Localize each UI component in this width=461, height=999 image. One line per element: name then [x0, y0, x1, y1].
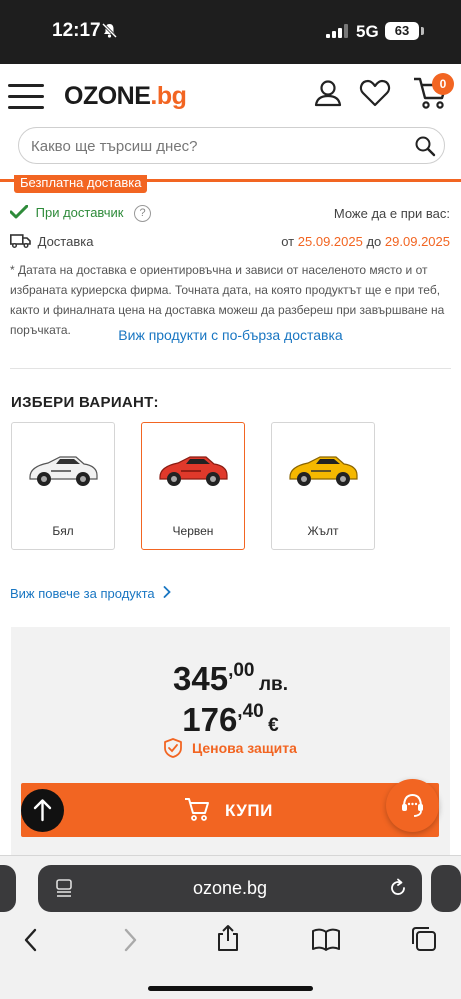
url-text: ozone.bg	[192, 878, 268, 898]
price-eur: 176,40 €	[0, 701, 461, 739]
tabs-icon[interactable]	[411, 926, 437, 957]
cell-signal-icon	[326, 24, 348, 43]
ozone-logo[interactable]: OZONE.bg	[64, 82, 187, 111]
address-bar[interactable]: ozone.bg	[38, 865, 422, 912]
forward-icon[interactable]	[121, 928, 139, 957]
chat-button[interactable]	[386, 779, 439, 832]
price-bgn: 345,00 лв.	[0, 660, 461, 698]
search-bar	[18, 127, 445, 164]
variant-label: Жълт	[307, 524, 339, 538]
price-protection-label: Ценова защита	[191, 740, 297, 757]
browser-toolbar: ozone.bg	[0, 855, 461, 999]
section-divider	[10, 368, 451, 369]
back-icon[interactable]	[22, 928, 40, 957]
cart-count-badge: 0	[432, 73, 454, 95]
delivery-row: Доставка	[10, 234, 93, 251]
cart-icon	[184, 797, 210, 826]
car-red-image	[156, 449, 230, 496]
user-icon[interactable]	[313, 78, 343, 113]
logo-main: OZONE	[64, 82, 151, 110]
date-from: 25.09.2025	[297, 234, 363, 249]
battery-tip	[421, 27, 424, 35]
variant-red[interactable]: Червен	[141, 422, 245, 550]
price-protection[interactable]: Ценова защита	[0, 738, 461, 761]
battery-icon: 63	[385, 22, 419, 40]
price-bgn-dec: ,00	[228, 660, 255, 681]
date-to: 29.09.2025	[384, 234, 450, 249]
reload-icon[interactable]	[388, 878, 408, 903]
car-yellow-image	[286, 449, 360, 496]
more-link-label: Виж повече за продукта	[10, 586, 155, 601]
site-header: OZONE.bg 0	[0, 64, 461, 179]
arrow-up-icon	[33, 799, 52, 822]
price-eur-int: 176	[182, 701, 238, 738]
heart-icon[interactable]	[359, 78, 391, 113]
status-time: 12:17	[52, 20, 101, 41]
date-to-prefix: до	[366, 234, 382, 249]
delivery-dates: от 25.09.2025 до 29.09.2025	[281, 234, 450, 249]
next-tab[interactable]	[431, 865, 461, 912]
network-type: 5G	[356, 22, 379, 41]
chevron-right-icon	[163, 586, 172, 601]
car-white-image	[26, 449, 100, 496]
truck-icon	[10, 234, 35, 251]
scroll-top-button[interactable]	[21, 789, 64, 832]
variant-white[interactable]: Бял	[11, 422, 115, 550]
delivery-label: Доставка	[37, 234, 94, 249]
search-icon[interactable]	[414, 135, 436, 162]
menu-icon[interactable]	[8, 84, 44, 109]
checkmark-icon	[9, 204, 32, 222]
more-about-product-link[interactable]: Виж повече за продукта	[10, 586, 172, 601]
faster-delivery-link[interactable]: Виж продукти с по-бърза доставка	[0, 327, 461, 343]
logo-domain: .bg	[150, 82, 187, 110]
help-icon[interactable]: ?	[134, 205, 152, 223]
search-input[interactable]	[31, 135, 391, 157]
price-eur-currency: €	[268, 715, 279, 736]
status-bar: 12:17 5G 63	[0, 0, 461, 64]
shield-check-icon	[164, 738, 186, 761]
chat-headset-icon	[402, 793, 423, 817]
price-bgn-currency: лв.	[258, 674, 288, 695]
free-delivery-tag: Безплатна доставка	[14, 175, 148, 193]
supplier-label: При доставчик	[35, 205, 124, 220]
variant-label: Червен	[172, 524, 214, 538]
date-from-prefix: от	[281, 234, 295, 249]
bookmarks-icon[interactable]	[311, 928, 341, 957]
home-indicator	[148, 986, 313, 991]
price-bgn-int: 345	[173, 660, 229, 697]
variant-label: Бял	[52, 524, 74, 538]
previous-tab[interactable]	[0, 865, 16, 912]
share-icon[interactable]	[216, 924, 240, 957]
buy-button-label: КУПИ	[225, 801, 273, 820]
variant-title: ИЗБЕРИ ВАРИАНТ:	[11, 394, 159, 411]
supplier-row: При доставчик ?	[9, 204, 152, 223]
variant-yellow[interactable]: Жълт	[271, 422, 375, 550]
price-eur-dec: ,40	[237, 701, 264, 722]
available-label: Може да е при вас:	[333, 206, 450, 221]
bell-muted-icon	[101, 22, 118, 44]
buy-button[interactable]: КУПИ	[21, 783, 439, 837]
